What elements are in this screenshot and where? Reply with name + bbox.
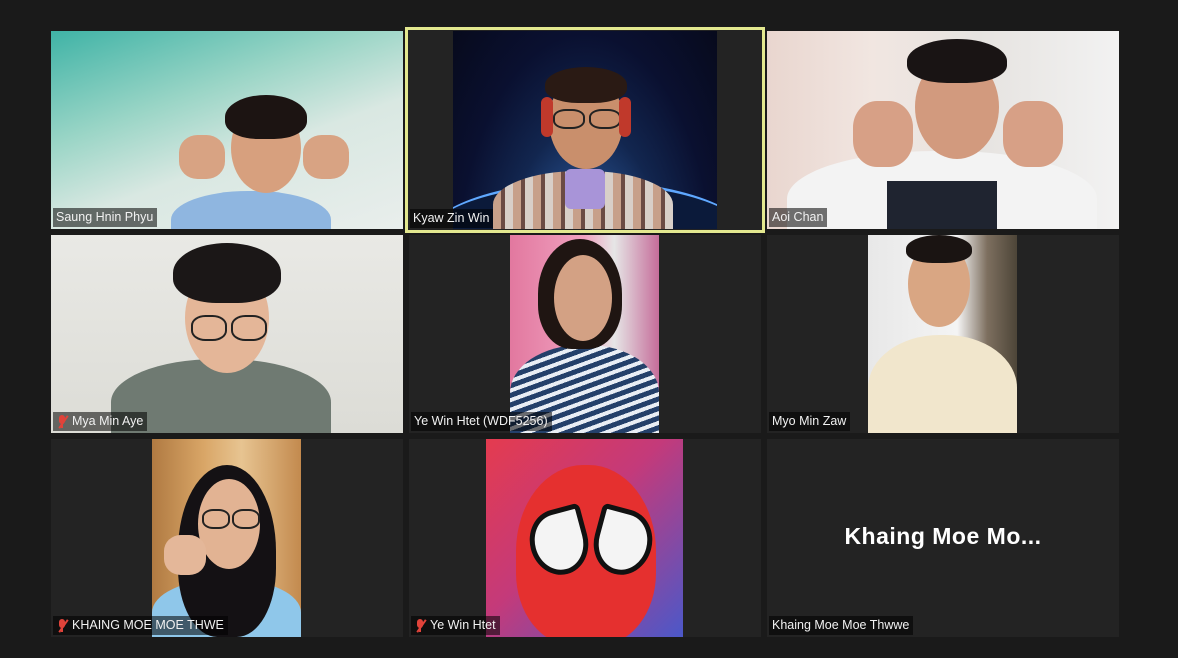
microphone-muted-icon bbox=[56, 414, 69, 429]
participant-video bbox=[152, 439, 301, 637]
participant-video bbox=[868, 235, 1017, 433]
participant-name-label: Myo Min Zaw bbox=[769, 412, 851, 431]
video-tile-mya-min-aye[interactable]: Mya Min Aye bbox=[51, 235, 403, 433]
participant-name-label: KHAING MOE MOE THWE bbox=[53, 616, 228, 635]
participant-name: Myo Min Zaw bbox=[772, 414, 847, 428]
video-tile-aoi-chan[interactable]: Aoi Chan bbox=[767, 31, 1119, 229]
gallery-view: Saung Hnin Phyu Kyaw Zin Win Aoi Chan My… bbox=[0, 0, 1178, 658]
participant-name-label: Khaing Moe Moe Thwwe bbox=[769, 616, 914, 635]
participant-video bbox=[51, 31, 403, 229]
participant-name: Saung Hnin Phyu bbox=[56, 210, 154, 224]
participant-name: KHAING MOE MOE THWE bbox=[72, 618, 224, 632]
participant-video bbox=[510, 235, 659, 433]
participant-name-label: Ye Win Htet bbox=[411, 616, 500, 635]
microphone-muted-icon bbox=[414, 618, 427, 633]
no-video-name: Khaing Moe Mo... bbox=[844, 523, 1042, 549]
video-tile-khaing-moe-moe-thwe[interactable]: KHAING MOE MOE THWE bbox=[51, 439, 403, 637]
participant-name: Kyaw Zin Win bbox=[413, 211, 490, 225]
participant-name: Aoi Chan bbox=[772, 210, 824, 224]
participant-name: Ye Win Htet (WDF5256) bbox=[414, 414, 548, 428]
participant-name-label: Kyaw Zin Win bbox=[410, 209, 494, 228]
participant-name: Ye Win Htet bbox=[430, 618, 496, 632]
video-tile-myo-min-zaw[interactable]: Myo Min Zaw bbox=[767, 235, 1119, 433]
participant-name-label: Saung Hnin Phyu bbox=[53, 208, 158, 227]
video-tile-ye-win-htet[interactable]: Ye Win Htet bbox=[409, 439, 761, 637]
participant-name: Mya Min Aye bbox=[72, 414, 144, 428]
participant-video bbox=[486, 439, 683, 637]
participant-video bbox=[51, 235, 403, 433]
video-tile-kyaw-zin-win[interactable]: Kyaw Zin Win bbox=[405, 27, 765, 233]
participant-name-label: Ye Win Htet (WDF5256) bbox=[411, 412, 552, 431]
video-tile-saung-hnin-phyu[interactable]: Saung Hnin Phyu bbox=[51, 31, 403, 229]
participant-video bbox=[767, 31, 1119, 229]
participant-name-label: Mya Min Aye bbox=[53, 412, 148, 431]
participant-name: Khaing Moe Moe Thwwe bbox=[772, 618, 910, 632]
microphone-muted-icon bbox=[56, 618, 69, 633]
participant-name-label: Aoi Chan bbox=[769, 208, 828, 227]
video-tile-khaing-moe-moe-thwwe[interactable]: Khaing Moe Mo... Khaing Moe Moe Thwwe bbox=[767, 439, 1119, 637]
video-tile-ye-win-htet-wdf5256[interactable]: Ye Win Htet (WDF5256) bbox=[409, 235, 761, 433]
participant-video bbox=[453, 31, 717, 229]
